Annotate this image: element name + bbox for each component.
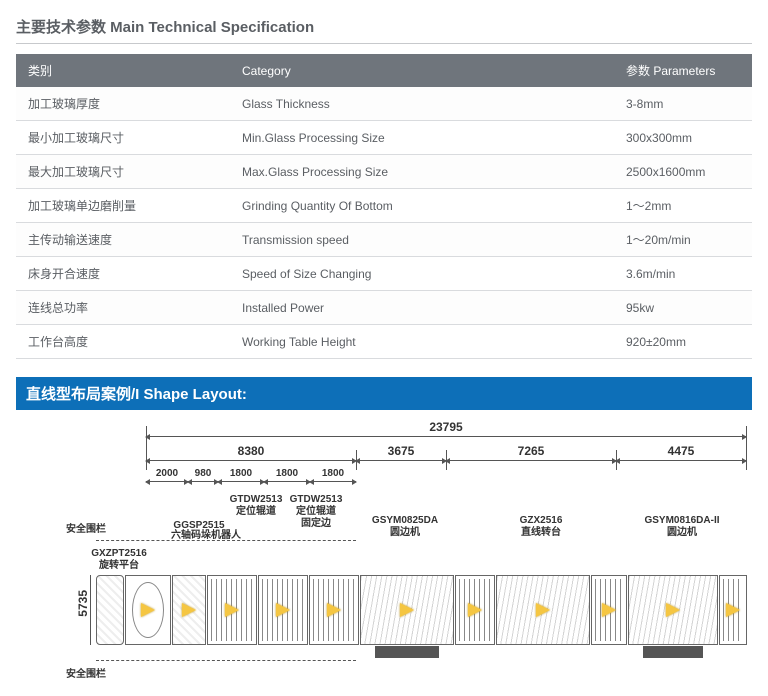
lbl-edger1-cn: 圆边机: [366, 527, 444, 539]
lbl-pos-roller2-ext: 固定边: [286, 518, 346, 530]
lbl-fence-bottom: 安全围栏: [66, 665, 106, 680]
lbl-edger2-code: GSYM0816DA-II: [632, 515, 732, 527]
dim-height: 5735: [76, 590, 90, 617]
lbl-edger2-cn: 圆边机: [632, 527, 732, 539]
lbl-edger1-code: GSYM0825DA: [366, 515, 444, 527]
table-row: 加工玻璃厚度Glass Thickness3-8mm: [16, 87, 752, 121]
dim-seg-1: 3675: [388, 444, 415, 458]
cell-en: Transmission speed: [230, 223, 614, 257]
cell-en: Max.Glass Processing Size: [230, 155, 614, 189]
cell-val: 1～20m/min: [614, 223, 752, 257]
cell-val: 95kw: [614, 291, 752, 325]
th-parameters: 参数 Parameters: [614, 54, 752, 87]
dim-sub-2: 1800: [230, 468, 252, 479]
table-row: 最大加工玻璃尺寸Max.Glass Processing Size2500x16…: [16, 155, 752, 189]
cell-en: Glass Thickness: [230, 87, 614, 121]
lbl-fence-top: 安全围栏: [66, 520, 106, 535]
cell-en: Min.Glass Processing Size: [230, 121, 614, 155]
table-row: 加工玻璃单边磨削量Grinding Quantity Of Bottom1～2m…: [16, 189, 752, 223]
dim-total: 23795: [429, 420, 462, 434]
lbl-rot-cn: 旋转平台: [86, 560, 152, 572]
lbl-rot-code: GXZPT2516: [86, 548, 152, 560]
layout-title-bar: 直线型布局案例/I Shape Layout:: [16, 377, 752, 410]
layout-diagram: 23795 8380 3675 7265 4475 2000 980 1800 …: [16, 420, 752, 680]
cell-val: 2500x1600mm: [614, 155, 752, 189]
cell-val: 300x300mm: [614, 121, 752, 155]
dim-sub-0: 2000: [156, 468, 178, 479]
cell-val: 1～2mm: [614, 189, 752, 223]
dim-seg-0: 8380: [238, 444, 265, 458]
th-category-cn: 类别: [16, 54, 230, 87]
lbl-pos-roller2-code: GTDW2513: [286, 494, 346, 506]
table-row: 连线总功率Installed Power95kw: [16, 291, 752, 325]
machine-row: [96, 575, 748, 645]
cell-cn: 主传动输送速度: [16, 223, 230, 257]
cell-en: Grinding Quantity Of Bottom: [230, 189, 614, 223]
cell-cn: 加工玻璃单边磨削量: [16, 189, 230, 223]
table-row: 主传动输送速度Transmission speed1～20m/min: [16, 223, 752, 257]
lbl-pos-roller-code: GTDW2513: [226, 494, 286, 506]
lbl-pos-roller2-cn: 定位辊道: [286, 506, 346, 518]
cell-cn: 最大加工玻璃尺寸: [16, 155, 230, 189]
cell-val: 3.6m/min: [614, 257, 752, 291]
th-category-en: Category: [230, 54, 614, 87]
dim-sub-4: 1800: [322, 468, 344, 479]
lbl-pos-roller-cn: 定位辊道: [226, 506, 286, 518]
dim-sub-3: 1800: [276, 468, 298, 479]
table-row: 床身开合速度Speed of Size Changing3.6m/min: [16, 257, 752, 291]
lbl-turntable-cn: 直线转台: [506, 527, 576, 539]
table-row: 工作台高度Working Table Height920±20mm: [16, 325, 752, 359]
cell-cn: 最小加工玻璃尺寸: [16, 121, 230, 155]
cell-en: Working Table Height: [230, 325, 614, 359]
dim-seg-3: 4475: [668, 444, 695, 458]
cell-val: 920±20mm: [614, 325, 752, 359]
section-title: 主要技术参数 Main Technical Specification: [16, 16, 752, 44]
dim-seg-2: 7265: [518, 444, 545, 458]
cell-cn: 工作台高度: [16, 325, 230, 359]
spec-table: 类别 Category 参数 Parameters 加工玻璃厚度Glass Th…: [16, 54, 752, 359]
cell-val: 3-8mm: [614, 87, 752, 121]
dim-sub-1: 980: [195, 468, 212, 479]
cell-en: Installed Power: [230, 291, 614, 325]
table-row: 最小加工玻璃尺寸Min.Glass Processing Size300x300…: [16, 121, 752, 155]
cell-en: Speed of Size Changing: [230, 257, 614, 291]
cell-cn: 连线总功率: [16, 291, 230, 325]
cell-cn: 床身开合速度: [16, 257, 230, 291]
lbl-turntable-code: GZX2516: [506, 515, 576, 527]
cell-cn: 加工玻璃厚度: [16, 87, 230, 121]
